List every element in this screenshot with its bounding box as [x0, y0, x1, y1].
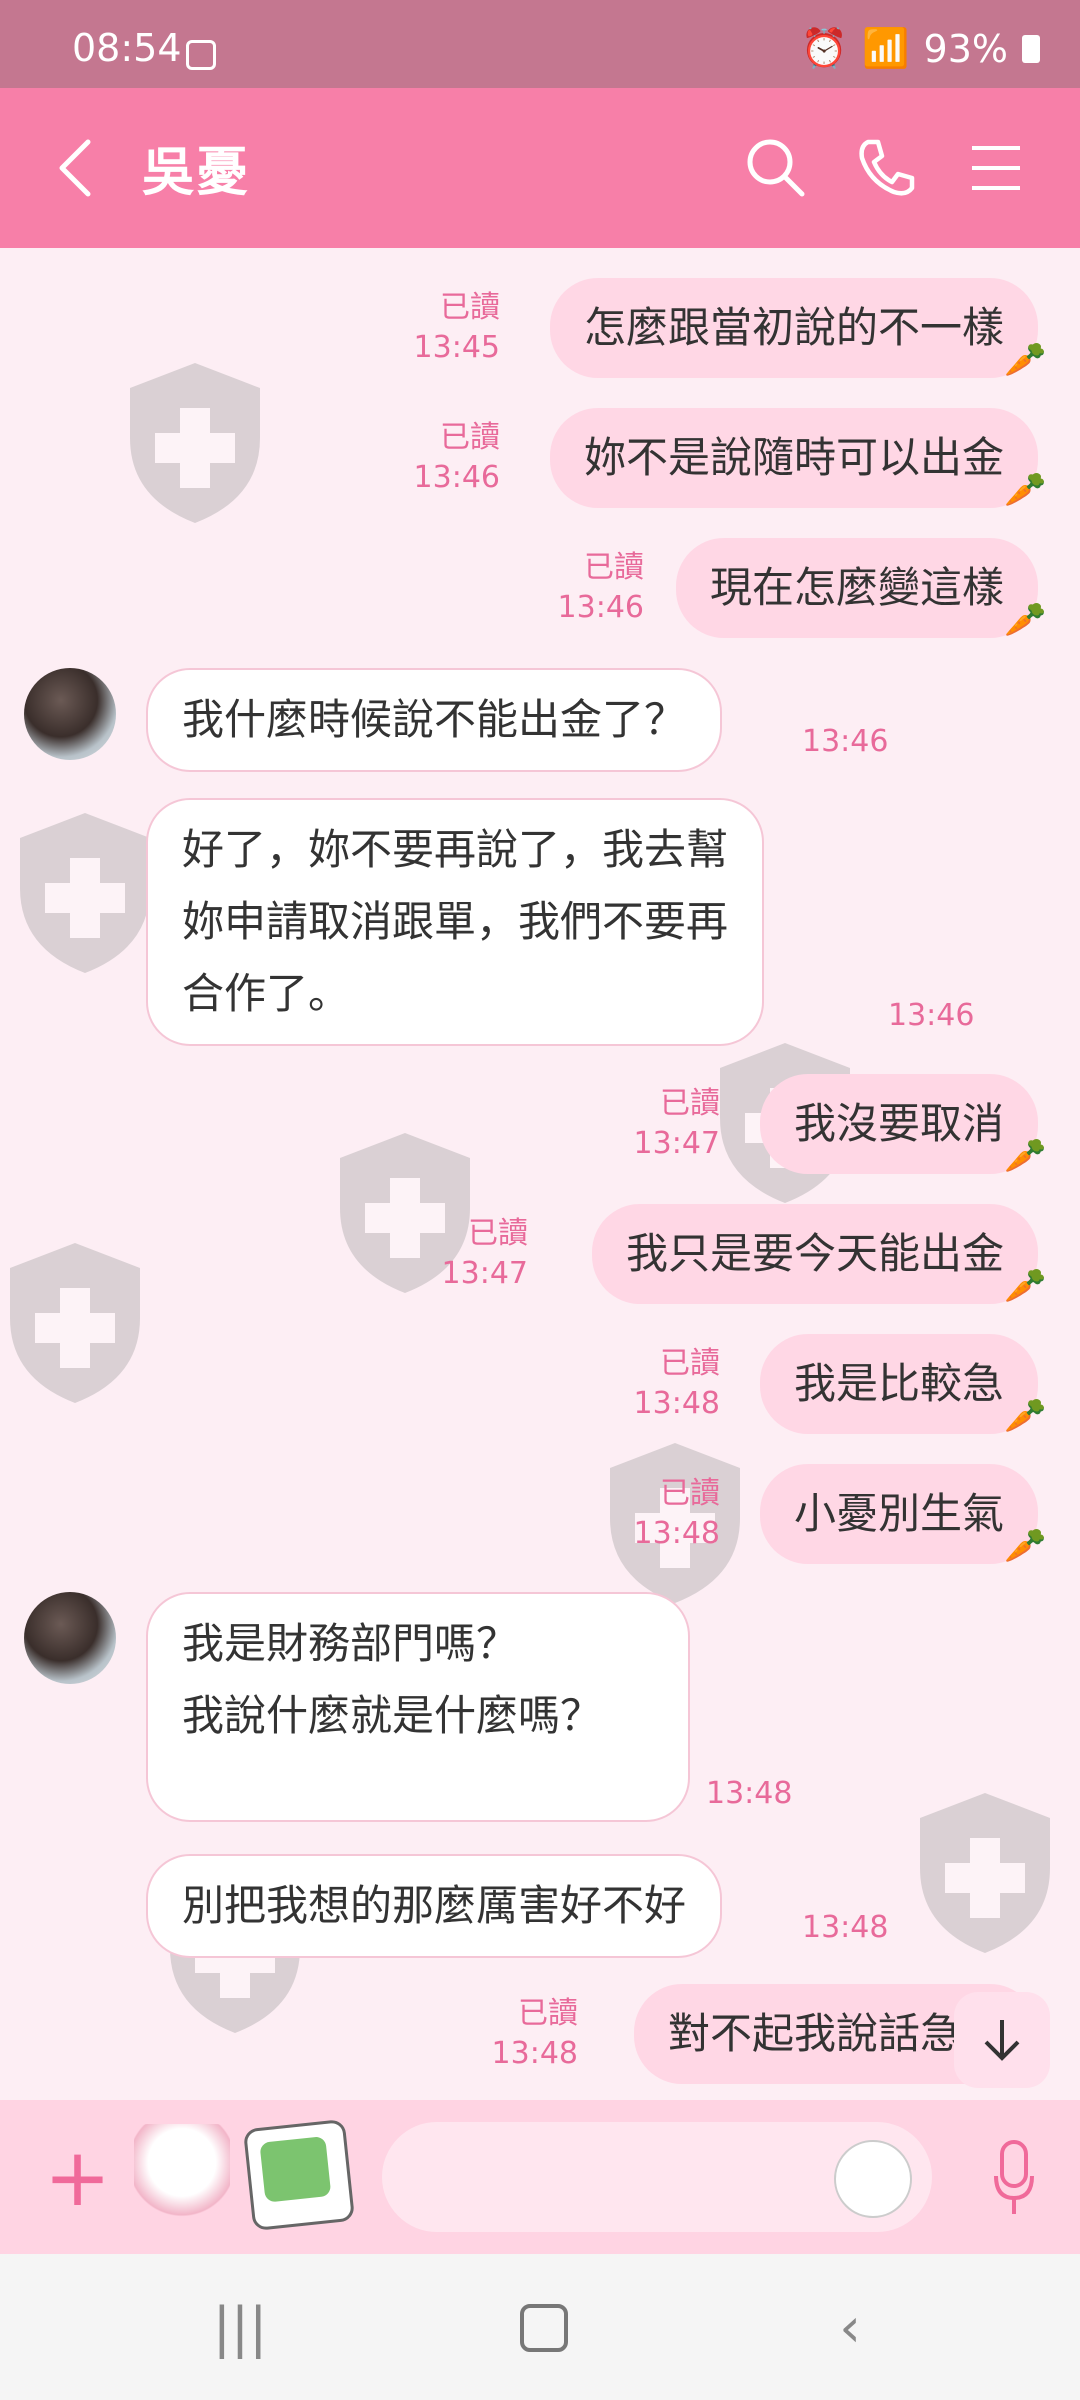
status-bar: 08:54 ⏰ 📶 93% [0, 0, 1080, 88]
message-line: 好了，妳不要再說了，我去幫 [182, 825, 729, 874]
message-text: 我只是要今天能出金 [625, 1229, 1004, 1278]
their-message-bubble[interactable]: 好了，妳不要再說了，我去幫 妳申請取消跟單，我們不要再 合作了。 [146, 798, 765, 1046]
message-meta: 已讀 13:48 [634, 1474, 720, 1554]
my-message-bubble[interactable]: 妳不是說隨時可以出金 [549, 408, 1038, 508]
read-receipt: 已讀 [660, 1346, 720, 1381]
message-text: 別把我想的那麼厲害好不好 [182, 1881, 687, 1930]
message-line: 合作了。 [182, 969, 351, 1018]
my-message-bubble[interactable]: 我沒要取消 [759, 1074, 1038, 1174]
status-right: ⏰ 📶 93% [801, 26, 1040, 71]
message-text: 妳不是說隨時可以出金 [583, 433, 1004, 482]
back-icon[interactable]: ‹ [820, 2298, 880, 2358]
message-text: 現在怎麼變這樣 [709, 563, 1004, 612]
message-time: 13:48 [491, 2036, 578, 2071]
carrot-icon: 🥕 [1004, 340, 1047, 380]
message-text: 小憂別生氣 [793, 1489, 1004, 1538]
carrot-icon: 🥕 [1004, 1266, 1047, 1306]
plus-icon[interactable]: + [44, 2138, 111, 2218]
message-text: 我什麼時候說不能出金了？ [182, 695, 687, 744]
status-time: 08:54 [72, 26, 182, 70]
read-receipt: 已讀 [518, 1996, 578, 2031]
avatar[interactable] [24, 1592, 116, 1684]
recent-apps-icon[interactable]: ||| [210, 2298, 270, 2358]
read-receipt: 已讀 [440, 420, 500, 455]
their-message-bubble[interactable]: 別把我想的那麼厲害好不好 [146, 1854, 723, 1958]
chat-title: 吳憂 [142, 143, 251, 203]
system-nav-bar: ||| ‹ [0, 2254, 1080, 2400]
photo-icon [259, 2136, 332, 2203]
carrot-icon: 🥕 [1004, 600, 1047, 640]
message-time: 13:47 [441, 1256, 528, 1291]
message-meta: 已讀 13:45 [414, 288, 500, 368]
sticker-button[interactable] [134, 2124, 230, 2220]
notification-icon [186, 40, 216, 70]
message-time: 13:48 [802, 1910, 889, 1945]
message-time: 13:48 [633, 1386, 720, 1421]
watermark-shield-icon [920, 1793, 1050, 1953]
read-receipt: 已讀 [584, 550, 644, 585]
message-meta: 已讀 13:48 [634, 1344, 720, 1424]
emoji-icon[interactable] [834, 2140, 912, 2218]
message-text: 怎麼跟當初說的不一樣 [583, 303, 1004, 352]
carrot-icon: 🥕 [1004, 1526, 1047, 1566]
my-message-bubble[interactable]: 怎麼跟當初說的不一樣 [549, 278, 1038, 378]
microphone-icon[interactable] [994, 2140, 1034, 2216]
avatar[interactable] [24, 668, 116, 760]
message-line: 妳申請取消跟單，我們不要再 [182, 897, 729, 946]
chat-header: 吳憂 [0, 88, 1080, 248]
message-time: 13:46 [888, 998, 975, 1033]
read-receipt: 已讀 [660, 1086, 720, 1121]
photo-button[interactable] [242, 2118, 356, 2232]
phone-icon[interactable] [846, 128, 926, 208]
message-time: 13:46 [802, 724, 889, 759]
my-message-bubble[interactable]: 我是比較急 [759, 1334, 1038, 1434]
alarm-icon: ⏰ [800, 26, 849, 70]
my-message-bubble[interactable]: 小憂別生氣 [759, 1464, 1038, 1564]
message-time: 13:47 [633, 1126, 720, 1161]
carrot-icon: 🥕 [1004, 470, 1047, 510]
message-text: 我沒要取消 [793, 1099, 1004, 1148]
message-time: 13:45 [413, 330, 500, 365]
message-line: 我是財務部門嗎？ [182, 1619, 519, 1668]
message-meta: 已讀 13:46 [558, 548, 644, 628]
message-meta: 已讀 13:48 [492, 1994, 578, 2074]
their-message-bubble[interactable]: 我是財務部門嗎？ 我說什麼就是什麼嗎？ [146, 1592, 690, 1822]
arrow-down-icon [984, 2020, 1020, 2061]
message-input[interactable] [382, 2122, 932, 2232]
message-time: 13:46 [557, 590, 644, 625]
message-meta: 已讀 13:47 [442, 1214, 528, 1294]
message-text: 我是比較急 [793, 1359, 1004, 1408]
message-time: 13:48 [706, 1776, 793, 1811]
wifi-icon: 📶 [862, 26, 910, 70]
my-message-bubble[interactable]: 現在怎麼變這樣 [675, 538, 1038, 638]
read-receipt: 已讀 [468, 1216, 528, 1251]
watermark-shield-icon [10, 1243, 140, 1403]
chevron-left-icon[interactable] [56, 136, 96, 200]
read-receipt: 已讀 [660, 1476, 720, 1511]
read-receipt: 已讀 [440, 290, 500, 325]
menu-icon[interactable] [956, 128, 1036, 208]
battery-icon [1022, 34, 1040, 63]
watermark-shield-icon [130, 363, 260, 523]
home-icon[interactable] [514, 2298, 574, 2358]
carrot-icon: 🥕 [1004, 1396, 1047, 1436]
chat-area[interactable]: 已讀 13:45 怎麼跟當初說的不一樣 🥕 已讀 13:46 妳不是說隨時可以出… [0, 248, 1080, 2100]
battery-percent: 93% [923, 26, 1008, 71]
message-time: 13:46 [413, 460, 500, 495]
message-meta: 已讀 13:46 [414, 418, 500, 498]
their-message-bubble[interactable]: 我什麼時候說不能出金了？ [146, 668, 723, 772]
message-meta: 已讀 13:47 [634, 1084, 720, 1164]
message-line: 我說什麼就是什麼嗎？ [182, 1691, 603, 1740]
input-bar: + [0, 2100, 1080, 2254]
message-time: 13:48 [633, 1516, 720, 1551]
my-message-bubble[interactable]: 我只是要今天能出金 [591, 1204, 1038, 1304]
scroll-to-bottom-button[interactable] [954, 1992, 1050, 2088]
carrot-icon: 🥕 [1004, 1136, 1047, 1176]
watermark-shield-icon [20, 813, 150, 973]
search-icon[interactable] [736, 128, 816, 208]
